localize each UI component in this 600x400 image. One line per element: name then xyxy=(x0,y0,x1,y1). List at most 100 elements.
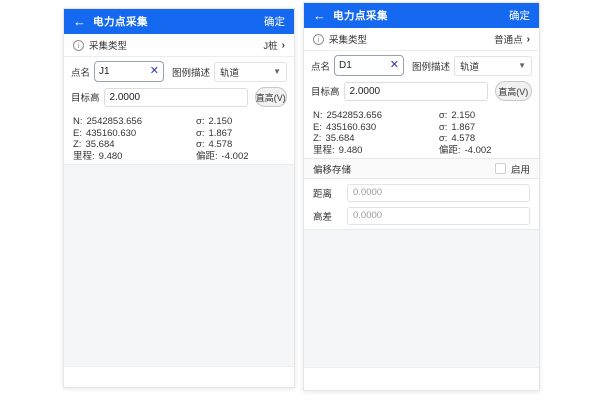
confirm-button[interactable]: 确定 xyxy=(264,14,285,29)
clear-icon[interactable]: ✕ xyxy=(150,66,159,77)
mileage-value: 9.480 xyxy=(98,150,123,162)
sigma-label: σ: xyxy=(438,133,448,144)
coord-row-mileage: 里程: 9.480 偏距: -4.002 xyxy=(73,151,285,163)
empty-area xyxy=(304,229,539,368)
clear-icon[interactable]: ✕ xyxy=(390,60,399,71)
collect-type-row[interactable]: i 采集类型 普通点 › xyxy=(304,28,539,51)
mileage-label: 里程: xyxy=(73,150,95,162)
point-name-label: 点名 xyxy=(71,67,91,79)
offset-storage-title: 偏移存储 xyxy=(313,164,352,176)
enable-label: 启用 xyxy=(510,164,530,176)
enable-checkbox[interactable] xyxy=(494,163,506,174)
sigma-value: 2.150 xyxy=(451,110,476,121)
chevron-right-icon: › xyxy=(526,33,530,45)
sigma-value: 1.867 xyxy=(208,127,233,139)
back-arrow-icon[interactable]: ← xyxy=(73,15,86,28)
legend-select[interactable]: 轨道 ▼ xyxy=(454,55,532,76)
back-arrow-icon[interactable]: ← xyxy=(313,9,326,22)
caret-down-icon: ▼ xyxy=(518,61,526,70)
bottom-area xyxy=(64,367,294,387)
offset-dist-label: 偏距: xyxy=(438,144,461,156)
confirm-button[interactable]: 确定 xyxy=(509,8,530,23)
legend-label: 图例描述 xyxy=(172,67,211,79)
distance-row: 距离 xyxy=(304,181,539,204)
chevron-right-icon: › xyxy=(281,39,285,51)
sigma-label: σ: xyxy=(438,121,448,133)
sigma-label: σ: xyxy=(195,127,205,139)
sigma-label: σ: xyxy=(195,139,205,150)
offset-dist-value: -4.002 xyxy=(464,144,492,156)
coord-row-z: Z: 35.684 σ: 4.578 xyxy=(313,133,530,145)
coord-label: N: xyxy=(73,116,83,127)
coords-block: N: 2542853.656 σ: 2.150 E: 435160.630 σ: 1.8… xyxy=(64,114,294,162)
point-name-input[interactable] xyxy=(339,60,390,71)
coords-block: N: 2542853.656 σ: 2.150 E: 435160.630 σ: 1.8… xyxy=(304,108,539,156)
coord-value: 435160.630 xyxy=(325,121,377,133)
direct-height-button[interactable]: 直高(V) xyxy=(494,81,532,101)
height-diff-label: 高差 xyxy=(313,211,333,223)
coord-row-mileage: 里程: 9.480 偏距: -4.002 xyxy=(313,145,530,157)
coord-row-e: E: 435160.630 σ: 1.867 xyxy=(73,128,285,140)
coord-value: 2542853.656 xyxy=(86,116,142,127)
sigma-label: σ: xyxy=(438,110,448,121)
coord-row-n: N: 2542853.656 σ: 2.150 xyxy=(313,110,530,122)
legend-label: 图例描述 xyxy=(412,61,451,73)
target-height-label: 目标高 xyxy=(311,87,340,98)
page-title: 电力点采集 xyxy=(93,16,148,28)
sigma-value: 4.578 xyxy=(451,133,476,144)
sigma-value: 1.867 xyxy=(451,121,476,133)
form-area: 点名 ✕ 图例描述 轨道 ▼ 目标高 直高(V) xyxy=(304,51,539,108)
offset-storage-header: 偏移存储 启用 xyxy=(304,158,539,179)
empty-area xyxy=(64,164,294,367)
direct-height-button[interactable]: 直高(V) xyxy=(254,87,287,107)
coord-label: Z: xyxy=(73,139,82,150)
page-title: 电力点采集 xyxy=(333,10,388,22)
distance-input[interactable] xyxy=(347,183,530,202)
point-name-label: 点名 xyxy=(311,61,331,73)
coord-value: 35.684 xyxy=(325,133,355,144)
coord-value: 35.684 xyxy=(85,139,115,150)
coord-row-n: N: 2542853.656 σ: 2.150 xyxy=(73,116,285,128)
offset-dist-label: 偏距: xyxy=(195,150,218,162)
app-bar: ← 电力点采集 确定 xyxy=(64,9,294,34)
app-bar: ← 电力点采集 确定 xyxy=(304,3,539,28)
sigma-label: σ: xyxy=(195,116,205,127)
legend-select[interactable]: 轨道 ▼ xyxy=(214,61,287,82)
legend-value: 轨道 xyxy=(220,67,240,79)
mileage-label: 里程: xyxy=(313,144,335,156)
offset-dist-value: -4.002 xyxy=(221,150,249,162)
collect-type-label: 采集类型 xyxy=(89,41,128,52)
collect-type-value: 普通点 xyxy=(494,35,523,46)
coord-value: 435160.630 xyxy=(85,127,137,139)
distance-label: 距离 xyxy=(313,188,333,200)
coord-label: Z: xyxy=(313,133,322,144)
info-icon: i xyxy=(73,39,84,51)
legend-value: 轨道 xyxy=(460,61,480,73)
point-name-input[interactable] xyxy=(99,66,150,77)
screen-left: ← 电力点采集 确定 i 采集类型 J桩 › 点名 ✕ 图例描述 轨道 ▼ xyxy=(63,8,295,388)
coord-value: 2542853.656 xyxy=(326,110,382,121)
point-name-box: ✕ xyxy=(334,55,405,76)
point-name-box: ✕ xyxy=(94,61,165,82)
screen-right: ← 电力点采集 确定 i 采集类型 普通点 › 点名 ✕ 图例描述 轨道 ▼ xyxy=(303,2,540,391)
form-area: 点名 ✕ 图例描述 轨道 ▼ 目标高 直高(V) xyxy=(64,57,294,114)
stage: ← 电力点采集 确定 i 采集类型 J桩 › 点名 ✕ 图例描述 轨道 ▼ xyxy=(0,0,600,400)
target-height-input[interactable] xyxy=(103,87,248,107)
coord-row-z: Z: 35.684 σ: 4.578 xyxy=(73,139,285,151)
height-diff-input[interactable] xyxy=(347,206,530,225)
sigma-value: 2.150 xyxy=(208,116,233,127)
caret-down-icon: ▼ xyxy=(273,67,281,76)
collect-type-row[interactable]: i 采集类型 J桩 › xyxy=(64,34,294,57)
target-height-label: 目标高 xyxy=(71,93,100,104)
info-icon: i xyxy=(313,33,324,45)
height-diff-row: 高差 xyxy=(304,204,539,227)
bottom-area xyxy=(304,368,539,390)
coord-label: E: xyxy=(313,121,322,133)
target-height-input[interactable] xyxy=(343,81,488,101)
mileage-value: 9.480 xyxy=(338,144,363,156)
collect-type-label: 采集类型 xyxy=(329,35,368,46)
coord-label: N: xyxy=(313,110,323,121)
coord-label: E: xyxy=(73,127,82,139)
coord-row-e: E: 435160.630 σ: 1.867 xyxy=(313,122,530,134)
collect-type-value: J桩 xyxy=(263,41,278,52)
